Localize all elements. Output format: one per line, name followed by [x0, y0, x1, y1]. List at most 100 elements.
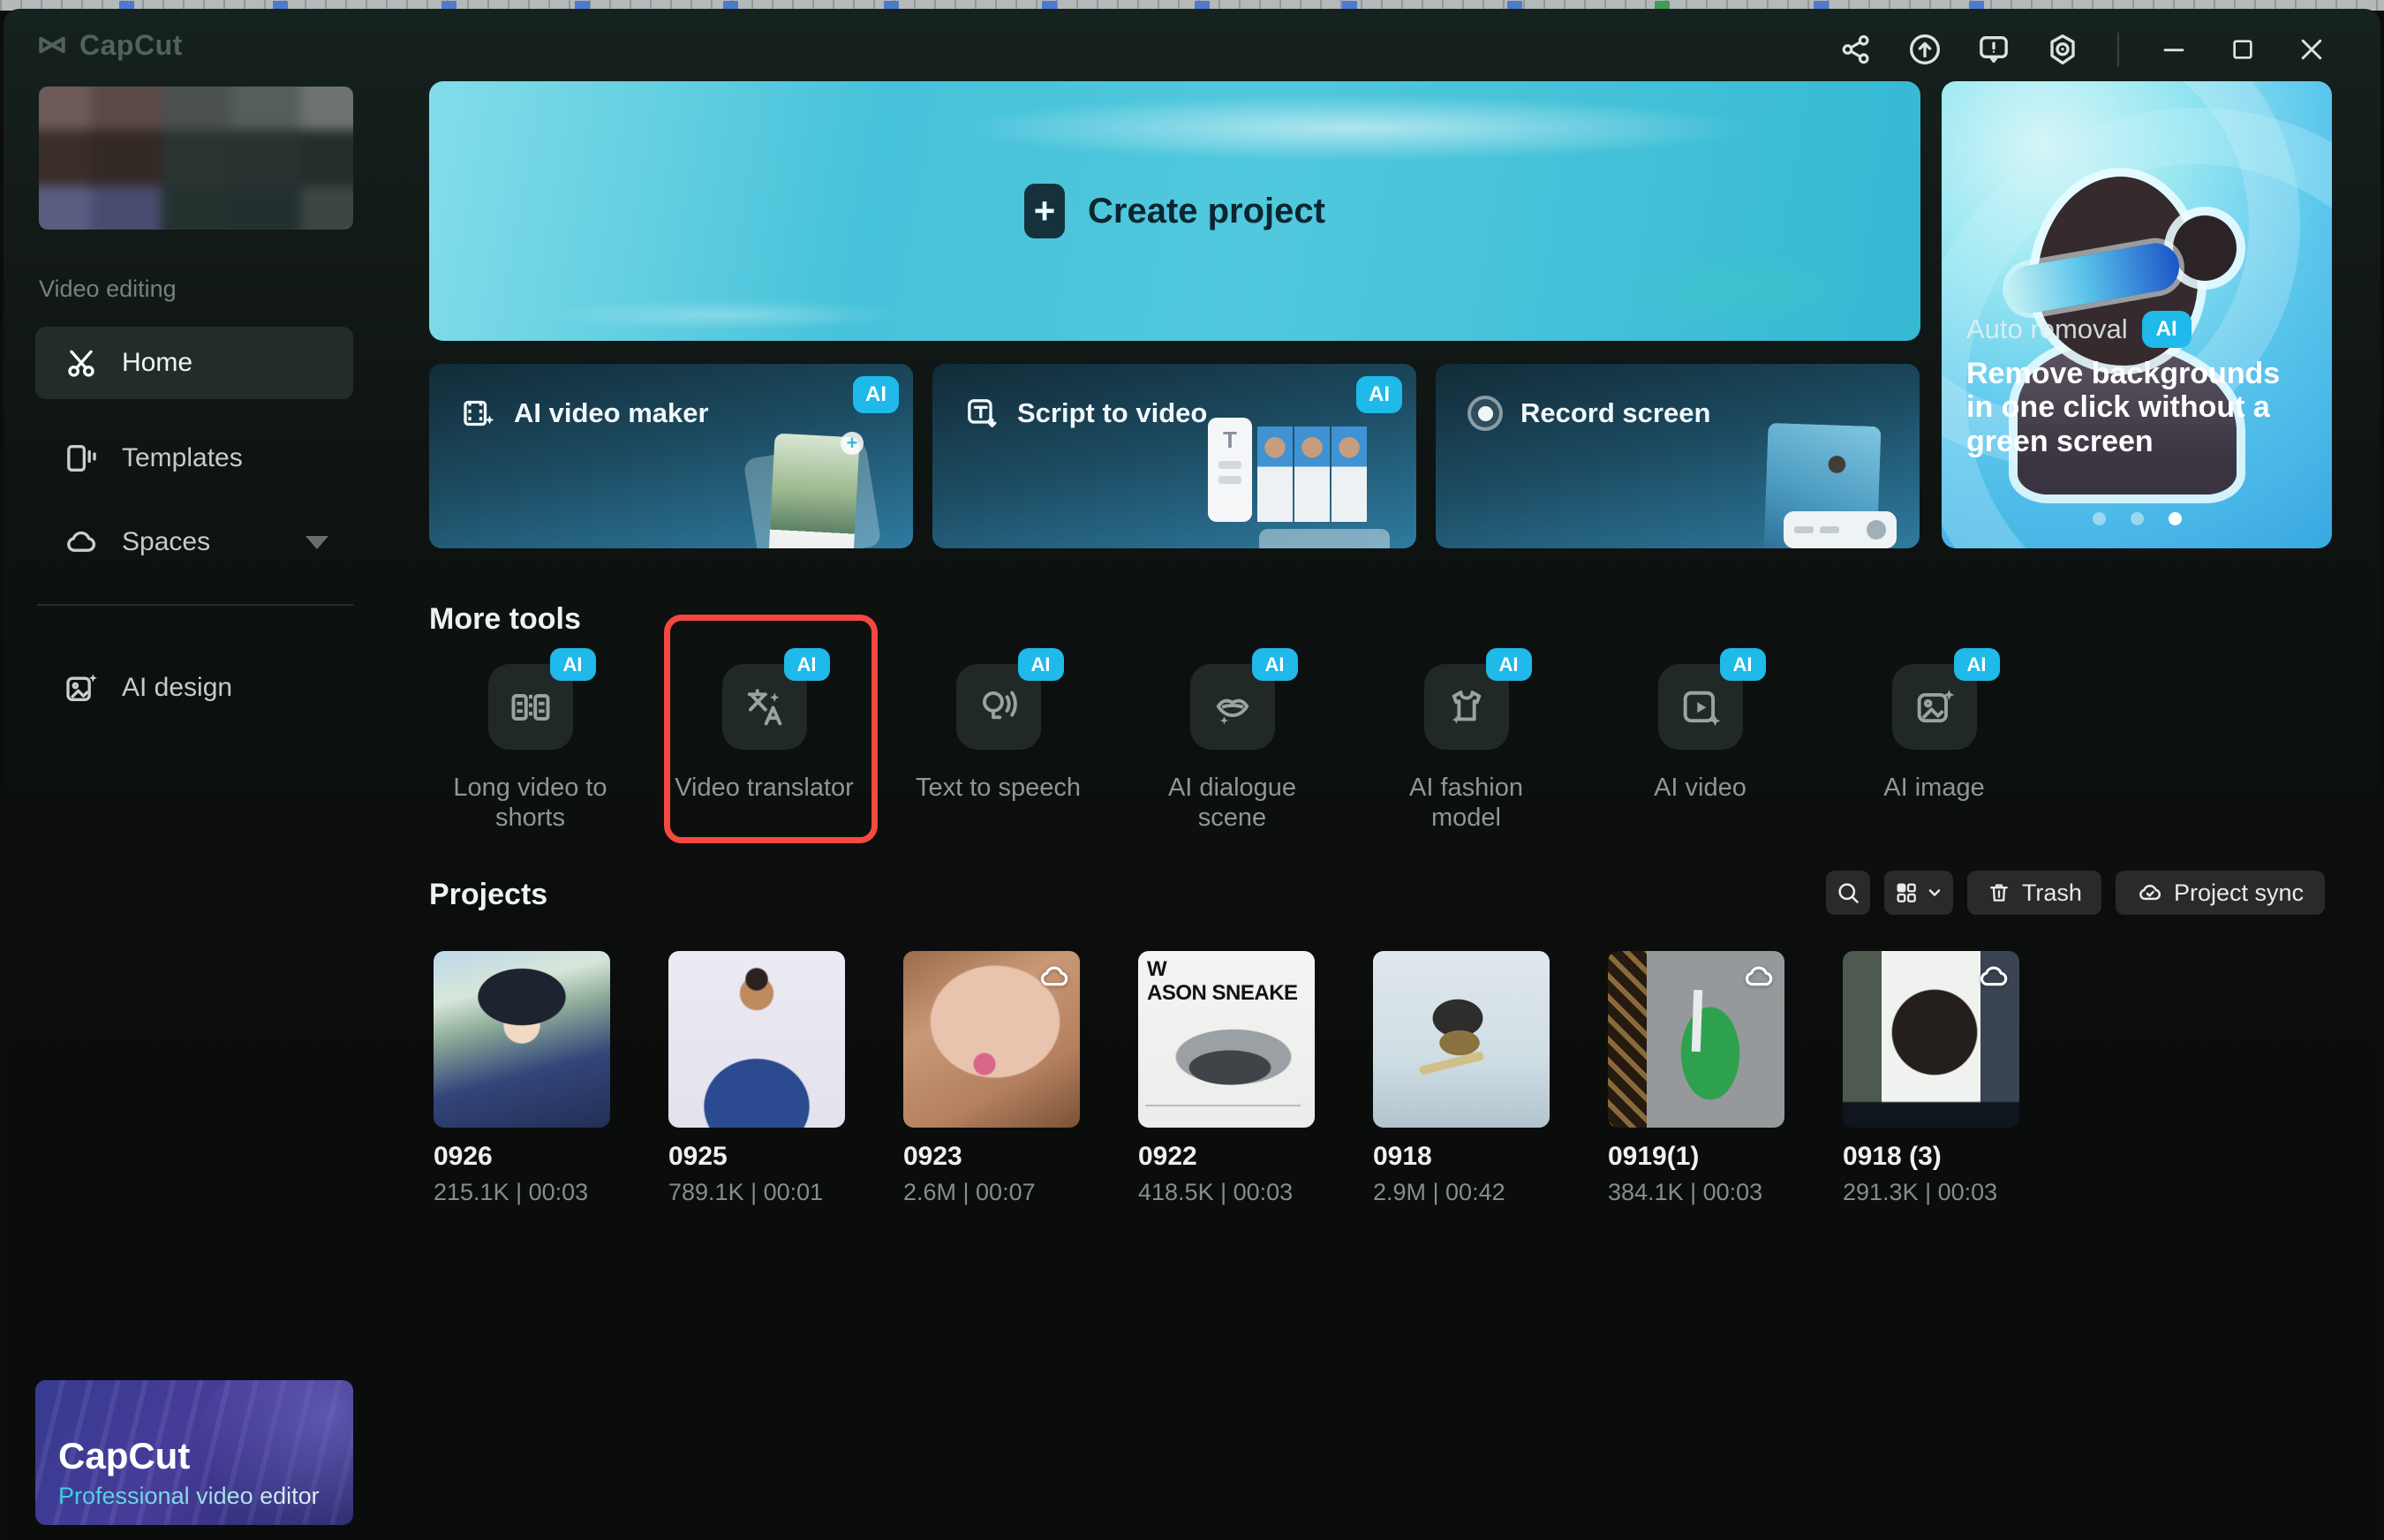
- carousel-dot-active[interactable]: [2169, 512, 2182, 525]
- app-logo: CapCut: [35, 28, 183, 62]
- create-project-button[interactable]: + Create project: [429, 81, 1920, 341]
- project-name: 0925: [668, 1142, 845, 1172]
- sidebar-item-home[interactable]: Home: [35, 327, 353, 399]
- cloud-icon: [1742, 960, 1776, 993]
- upload-icon[interactable]: [1905, 30, 1944, 69]
- card-decoration: [1725, 423, 1902, 548]
- project-stats: 291.3K | 00:03: [1843, 1179, 2019, 1206]
- project-name: 0926: [434, 1142, 610, 1172]
- script-text-icon: [964, 396, 1000, 431]
- video-sparkle-icon: [1678, 684, 1724, 730]
- ai-badge: AI: [2142, 311, 2192, 348]
- minimize-button[interactable]: [2154, 30, 2193, 69]
- tool-video-translator[interactable]: AI Video translator: [647, 664, 881, 833]
- record-icon: [1467, 396, 1503, 431]
- cloud-icon: [64, 525, 99, 560]
- project-card[interactable]: 0925 789.1K | 00:01: [668, 951, 845, 1206]
- tool-ai-image[interactable]: AI AI image: [1817, 664, 2051, 833]
- project-thumbnail: [1608, 951, 1784, 1128]
- sidebar-divider: [37, 604, 353, 606]
- project-name: 0923: [903, 1142, 1080, 1172]
- ai-badge: AI: [1720, 648, 1766, 681]
- project-sync-label: Project sync: [2174, 879, 2304, 907]
- project-card[interactable]: 0923 2.6M | 00:07: [903, 951, 1080, 1206]
- tool-label: Text to speech: [916, 773, 1081, 803]
- more-tools-heading: More tools: [429, 602, 581, 637]
- view-mode-dropdown[interactable]: [1884, 871, 1953, 915]
- tool-ai-fashion-model[interactable]: AI AI fashion model: [1349, 664, 1583, 833]
- banner-subtitle: Professional video editor: [58, 1483, 320, 1510]
- project-name: 0918 (3): [1843, 1142, 2019, 1172]
- ai-badge: AI: [1954, 648, 2000, 681]
- project-sync-button[interactable]: Project sync: [2116, 871, 2325, 915]
- project-name: 0919(1): [1608, 1142, 1784, 1172]
- card-title: AI video maker: [514, 397, 709, 429]
- grid-view-icon: [1894, 880, 1919, 905]
- trash-button[interactable]: Trash: [1967, 871, 2101, 915]
- recent-thumbnail-blurred[interactable]: [39, 87, 353, 230]
- project-thumbnail: [434, 951, 610, 1128]
- project-stats: 789.1K | 00:01: [668, 1179, 845, 1206]
- tool-long-video-to-shorts[interactable]: AI Long video to shorts: [413, 664, 647, 833]
- tool-text-to-speech[interactable]: AI Text to speech: [881, 664, 1115, 833]
- titlebar-divider: [2117, 33, 2119, 66]
- sidebar-section-label: Video editing: [39, 276, 177, 303]
- project-card[interactable]: W ASON SNEAKE 0922 418.5K | 00:03: [1138, 951, 1315, 1206]
- project-card[interactable]: 0918 2.9M | 00:42: [1373, 951, 1550, 1206]
- chevron-down-icon: [306, 536, 328, 549]
- project-stats: 2.9M | 00:42: [1373, 1179, 1550, 1206]
- sidebar-item-label: AI design: [122, 673, 232, 703]
- project-name: 0918: [1373, 1142, 1550, 1172]
- card-ai-video-maker[interactable]: AI video maker AI +: [429, 364, 913, 548]
- settings-icon[interactable]: [2043, 30, 2082, 69]
- feedback-icon[interactable]: [1974, 30, 2013, 69]
- promo-tag: Auto removal: [1966, 313, 2128, 345]
- project-card[interactable]: 0918 (3) 291.3K | 00:03: [1843, 951, 2019, 1206]
- fashion-icon: [1444, 684, 1490, 730]
- trash-label: Trash: [2022, 879, 2082, 907]
- card-record-screen[interactable]: Record screen: [1436, 364, 1920, 548]
- ai-badge: AI: [550, 648, 596, 681]
- carousel-dot[interactable]: [2131, 512, 2144, 525]
- translate-icon: [742, 684, 788, 730]
- sidebar-item-templates[interactable]: Templates: [35, 422, 353, 494]
- sidebar-item-spaces[interactable]: Spaces: [35, 506, 353, 578]
- card-title: Script to video: [1017, 397, 1207, 429]
- ai-badge: AI: [1252, 648, 1298, 681]
- project-thumbnail: [903, 951, 1080, 1128]
- create-project-label: Create project: [1088, 192, 1325, 231]
- tool-label: AI image: [1883, 773, 1984, 803]
- capcut-promo-banner[interactable]: CapCut Professional video editor: [35, 1380, 353, 1525]
- cloud-sync-icon: [2137, 879, 2163, 906]
- banner-title: CapCut: [58, 1435, 190, 1477]
- sidebar-item-label: Home: [122, 348, 192, 378]
- sidebar-item-ai-design[interactable]: AI design: [35, 652, 353, 724]
- project-card[interactable]: 0926 215.1K | 00:03: [434, 951, 610, 1206]
- ai-badge: AI: [784, 648, 830, 681]
- image-sparkle-icon: [1912, 684, 1958, 730]
- split-video-icon: [508, 684, 554, 730]
- tool-ai-video[interactable]: AI AI video: [1583, 664, 1817, 833]
- project-thumbnail: W ASON SNEAKE: [1138, 951, 1315, 1128]
- card-script-to-video[interactable]: Script to video AI T: [932, 364, 1416, 548]
- maximize-button[interactable]: [2223, 30, 2262, 69]
- app-logo-text: CapCut: [79, 29, 183, 62]
- close-button[interactable]: [2292, 30, 2331, 69]
- project-stats: 384.1K | 00:03: [1608, 1179, 1784, 1206]
- project-thumbnail: [1843, 951, 2019, 1128]
- cloud-icon: [1977, 960, 2011, 993]
- tool-ai-dialogue-scene[interactable]: AI AI dialogue scene: [1115, 664, 1349, 833]
- search-button[interactable]: [1826, 871, 1870, 915]
- project-card[interactable]: 0919(1) 384.1K | 00:03: [1608, 951, 1784, 1206]
- promo-card-auto-removal[interactable]: Auto removal AI Remove backgrounds in on…: [1942, 81, 2332, 548]
- sidebar-item-label: Templates: [122, 443, 243, 473]
- carousel-dot[interactable]: [2093, 512, 2106, 525]
- card-title: Record screen: [1520, 397, 1710, 429]
- card-decoration: T: [1208, 421, 1402, 548]
- templates-icon: [64, 441, 99, 476]
- share-icon[interactable]: [1837, 30, 1875, 69]
- project-stats: 215.1K | 00:03: [434, 1179, 610, 1206]
- capcut-logo-icon: [35, 28, 69, 62]
- chevron-down-icon: [1926, 884, 1943, 902]
- carousel-dots: [1942, 512, 2332, 525]
